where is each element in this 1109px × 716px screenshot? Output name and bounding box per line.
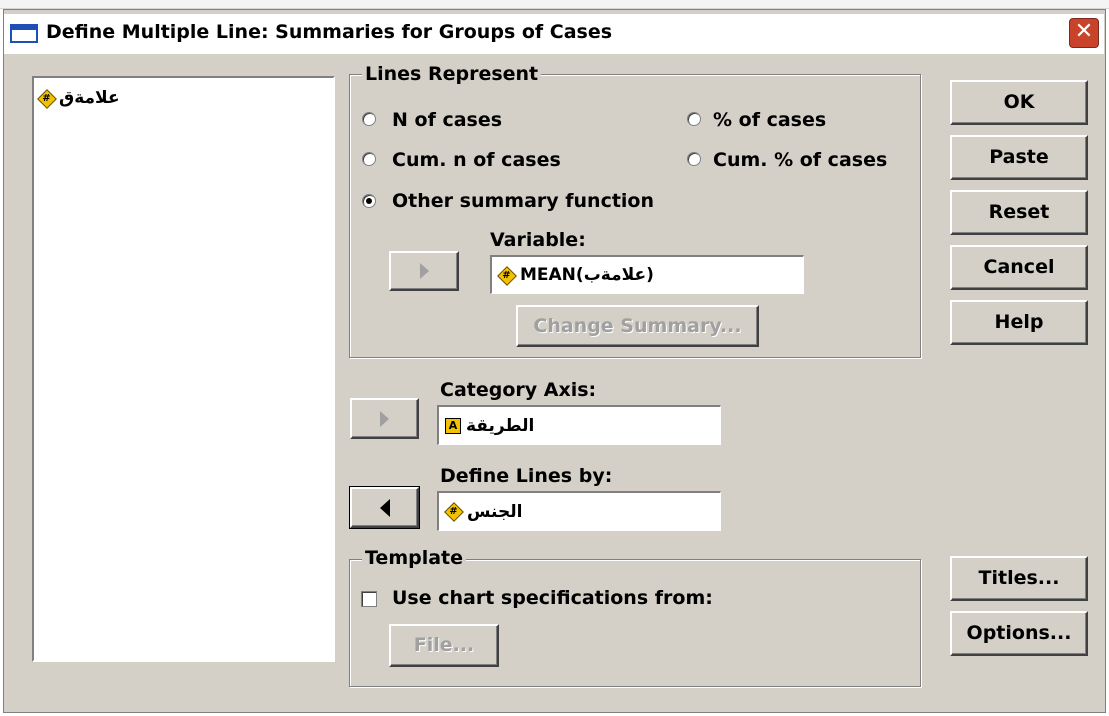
radio-cum-n-of-cases-label: Cum. n of cases bbox=[392, 149, 561, 171]
source-variable-list[interactable] bbox=[32, 76, 335, 662]
close-button[interactable]: ✕ bbox=[1069, 18, 1099, 48]
use-chart-spec-checkbox[interactable] bbox=[361, 591, 377, 607]
paste-button[interactable]: Paste bbox=[950, 135, 1088, 180]
template-label: Template bbox=[362, 547, 467, 569]
define-lines-value: الجنس bbox=[467, 501, 523, 522]
nominal-variable-icon: A bbox=[445, 417, 461, 434]
arrow-left-icon bbox=[379, 498, 390, 517]
help-button[interactable]: Help bbox=[950, 300, 1088, 345]
window-title: Define Multiple Line: Summaries for Grou… bbox=[46, 21, 613, 43]
arrow-right-icon bbox=[380, 410, 389, 427]
summary-variable-field[interactable]: # MEAN(علامةب) bbox=[490, 255, 804, 294]
radio-cum-n-of-cases[interactable] bbox=[362, 152, 376, 166]
radio-other-summary-function-label: Other summary function bbox=[392, 190, 655, 212]
variable-label: Variable: bbox=[490, 229, 586, 251]
radio-percent-of-cases[interactable] bbox=[687, 112, 701, 126]
define-lines-field[interactable]: # الجنس bbox=[437, 491, 721, 531]
arrow-right-icon bbox=[419, 263, 429, 279]
reset-button[interactable]: Reset bbox=[950, 190, 1088, 235]
list-item-label: علامةق bbox=[59, 88, 120, 108]
window-icon bbox=[10, 24, 38, 43]
radio-cum-percent-of-cases[interactable] bbox=[687, 152, 701, 166]
summary-variable-value: MEAN(علامةب) bbox=[520, 265, 654, 285]
category-axis-value: الطريقة bbox=[466, 415, 535, 436]
scale-variable-icon: # bbox=[498, 267, 515, 284]
change-summary-button[interactable]: Change Summary... bbox=[516, 305, 759, 347]
cancel-button[interactable]: Cancel bbox=[950, 245, 1088, 290]
ok-button[interactable]: OK bbox=[950, 80, 1088, 125]
scale-variable-icon: # bbox=[38, 90, 55, 107]
background-strip bbox=[0, 0, 1109, 9]
template-group bbox=[349, 559, 921, 687]
radio-n-of-cases[interactable] bbox=[362, 112, 376, 126]
category-axis-label: Category Axis: bbox=[440, 379, 597, 401]
define-lines-label: Define Lines by: bbox=[440, 465, 613, 487]
file-button[interactable]: File... bbox=[389, 624, 499, 667]
radio-cum-percent-of-cases-label: Cum. % of cases bbox=[713, 149, 888, 171]
scale-variable-icon: # bbox=[445, 503, 462, 520]
radio-n-of-cases-label: N of cases bbox=[392, 109, 503, 131]
category-axis-arrow-button[interactable] bbox=[350, 398, 419, 439]
radio-percent-of-cases-label: % of cases bbox=[713, 109, 827, 131]
lines-represent-label: Lines Represent bbox=[362, 63, 542, 85]
list-item[interactable]: # علامةق bbox=[38, 88, 120, 108]
options-button[interactable]: Options... bbox=[950, 611, 1088, 656]
use-chart-spec-label: Use chart specifications from: bbox=[392, 587, 713, 609]
radio-other-summary-function[interactable] bbox=[362, 194, 376, 208]
category-axis-field[interactable]: A الطريقة bbox=[437, 405, 721, 445]
define-lines-arrow-button[interactable] bbox=[349, 486, 420, 529]
move-variable-arrow-button[interactable] bbox=[389, 251, 459, 291]
titles-button[interactable]: Titles... bbox=[950, 556, 1088, 601]
